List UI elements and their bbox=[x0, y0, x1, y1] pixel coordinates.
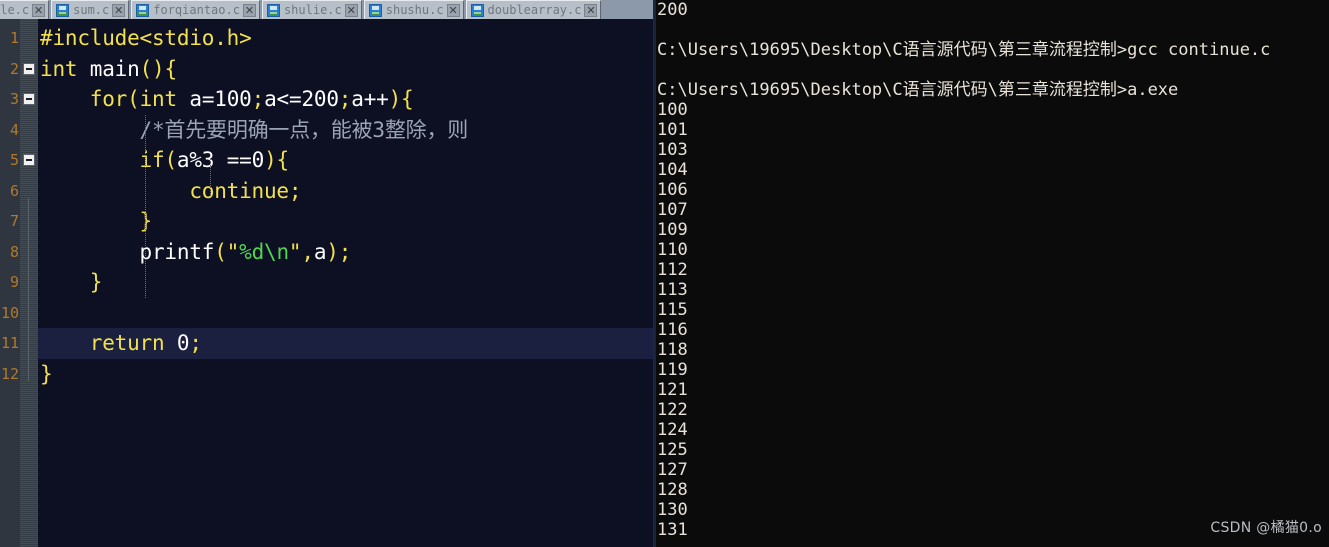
code-line[interactable]: printf("%d\n",a); bbox=[38, 237, 653, 268]
terminal-line: 107 bbox=[657, 200, 688, 220]
terminal-line: C:\Users\19695\Desktop\C语言源代码\第三章流程控制>gc… bbox=[657, 40, 1271, 60]
code-line[interactable]: int main(){ bbox=[38, 54, 653, 85]
code-folding-gutter[interactable] bbox=[20, 19, 38, 547]
line-number: 7 bbox=[9, 212, 19, 230]
line-number: 11 bbox=[0, 334, 19, 352]
editor-tab-label: ile.c bbox=[0, 3, 30, 17]
terminal-output: 200 C:\Users\19695\Desktop\C语言源代码\第三章流程控制… bbox=[657, 0, 1329, 547]
fold-toggle-icon[interactable] bbox=[23, 62, 35, 75]
terminal-line: 200 bbox=[657, 0, 688, 20]
terminal-line: 115 bbox=[657, 300, 688, 320]
editor-tab-label: shulie.c bbox=[283, 3, 342, 17]
terminal-line: 101 bbox=[657, 120, 688, 140]
ide-console-window: ile.c✕sum.c✕forqiantao.c✕shulie.c✕shushu… bbox=[0, 0, 1329, 547]
terminal-line: 110 bbox=[657, 240, 688, 260]
save-file-icon bbox=[56, 3, 70, 17]
line-number: 2 bbox=[9, 59, 19, 78]
line-number: 6 bbox=[9, 181, 19, 200]
line-number: 9 bbox=[9, 273, 19, 291]
line-number: 10 bbox=[0, 303, 19, 322]
terminal-line: 106 bbox=[657, 180, 688, 200]
code-text-area[interactable]: #include<stdio.h> int main(){ for(int a=1… bbox=[38, 19, 653, 547]
line-number: 5 bbox=[9, 151, 19, 169]
editor-body: 1 2 3 4 5 6 7 8 9 10 11 12 #include<stdio.h> int mai… bbox=[0, 19, 653, 547]
code-line[interactable]: return 0; bbox=[38, 328, 653, 359]
terminal-line: 103 bbox=[657, 140, 688, 160]
code-line[interactable]: if(a%3 ==0){ bbox=[38, 145, 653, 176]
terminal-line: 118 bbox=[657, 340, 688, 360]
code-line[interactable]: continue; bbox=[38, 176, 653, 207]
code-editor-panel: ile.c✕sum.c✕forqiantao.c✕shulie.c✕shushu… bbox=[0, 0, 653, 547]
save-file-icon bbox=[368, 3, 382, 17]
code-line[interactable]: } bbox=[38, 206, 653, 237]
indent-guide bbox=[210, 159, 212, 196]
editor-tab-label: doublearray.c bbox=[487, 3, 582, 17]
save-file-icon bbox=[266, 3, 280, 17]
code-line[interactable]: } bbox=[38, 359, 653, 390]
fold-toggle-icon[interactable] bbox=[23, 93, 35, 105]
line-number: 1 bbox=[9, 29, 19, 47]
terminal-line: 121 bbox=[657, 380, 688, 400]
terminal-line: 128 bbox=[657, 480, 688, 500]
editor-tab[interactable]: forqiantao.c ✕ bbox=[131, 0, 260, 19]
terminal-line: 109 bbox=[657, 220, 688, 240]
editor-tab-label: forqiantao.c bbox=[153, 3, 240, 17]
close-icon[interactable]: ✕ bbox=[32, 3, 46, 17]
line-number: 12 bbox=[0, 364, 19, 383]
line-number: 8 bbox=[9, 242, 19, 261]
editor-tab-bar[interactable]: ile.c✕sum.c✕forqiantao.c✕shulie.c✕shushu… bbox=[0, 0, 653, 19]
csdn-watermark: CSDN @橘猫0.o bbox=[1210, 520, 1322, 536]
terminal-line: 104 bbox=[657, 160, 688, 180]
code-line[interactable]: #include<stdio.h> bbox=[38, 23, 653, 54]
terminal-line: C:\Users\19695\Desktop\C语言源代码\第三章流程控制>a.… bbox=[657, 80, 1179, 100]
terminal-line: 122 bbox=[657, 400, 688, 420]
editor-tab[interactable]: shushu.c ✕ bbox=[363, 0, 464, 19]
close-icon[interactable]: ✕ bbox=[584, 3, 598, 17]
close-icon[interactable]: ✕ bbox=[446, 3, 460, 17]
fold-toggle-icon[interactable] bbox=[23, 154, 35, 166]
terminal-left-edge bbox=[654, 0, 656, 547]
editor-tab-label: sum.c bbox=[73, 3, 110, 17]
terminal-line: 100 bbox=[657, 100, 688, 120]
line-number: 3 bbox=[9, 90, 19, 108]
editor-tab[interactable]: sum.c ✕ bbox=[51, 0, 130, 19]
editor-tab[interactable]: ile.c✕ bbox=[0, 0, 50, 19]
terminal-line: 113 bbox=[657, 280, 688, 300]
close-icon[interactable]: ✕ bbox=[242, 3, 256, 17]
indent-guide bbox=[145, 114, 147, 298]
terminal-panel[interactable]: 200 C:\Users\19695\Desktop\C语言源代码\第三章流程控制… bbox=[653, 0, 1329, 547]
terminal-line: 119 bbox=[657, 360, 688, 380]
code-line[interactable]: /*首先要明确一点，能被3整除，则 bbox=[38, 115, 653, 146]
editor-tab[interactable]: shulie.c ✕ bbox=[261, 0, 362, 19]
line-number: 4 bbox=[9, 120, 19, 139]
terminal-line: 124 bbox=[657, 420, 688, 440]
terminal-line: 125 bbox=[657, 440, 688, 460]
editor-tab-label: shushu.c bbox=[385, 3, 444, 17]
line-number-gutter: 1 2 3 4 5 6 7 8 9 10 11 12 bbox=[0, 19, 20, 547]
code-line[interactable] bbox=[38, 298, 653, 329]
terminal-line: 116 bbox=[657, 320, 688, 340]
terminal-line: 112 bbox=[657, 260, 688, 280]
close-icon[interactable]: ✕ bbox=[112, 3, 126, 17]
code-line[interactable]: } bbox=[38, 267, 653, 298]
fold-connector-line bbox=[28, 197, 29, 381]
editor-tab[interactable]: doublearray.c ✕ bbox=[465, 0, 602, 19]
save-file-icon bbox=[136, 3, 150, 17]
code-line[interactable]: for(int a=100;a<=200;a++){ bbox=[38, 84, 653, 115]
save-file-icon bbox=[470, 3, 484, 17]
close-icon[interactable]: ✕ bbox=[344, 3, 358, 17]
terminal-line: 127 bbox=[657, 460, 688, 480]
